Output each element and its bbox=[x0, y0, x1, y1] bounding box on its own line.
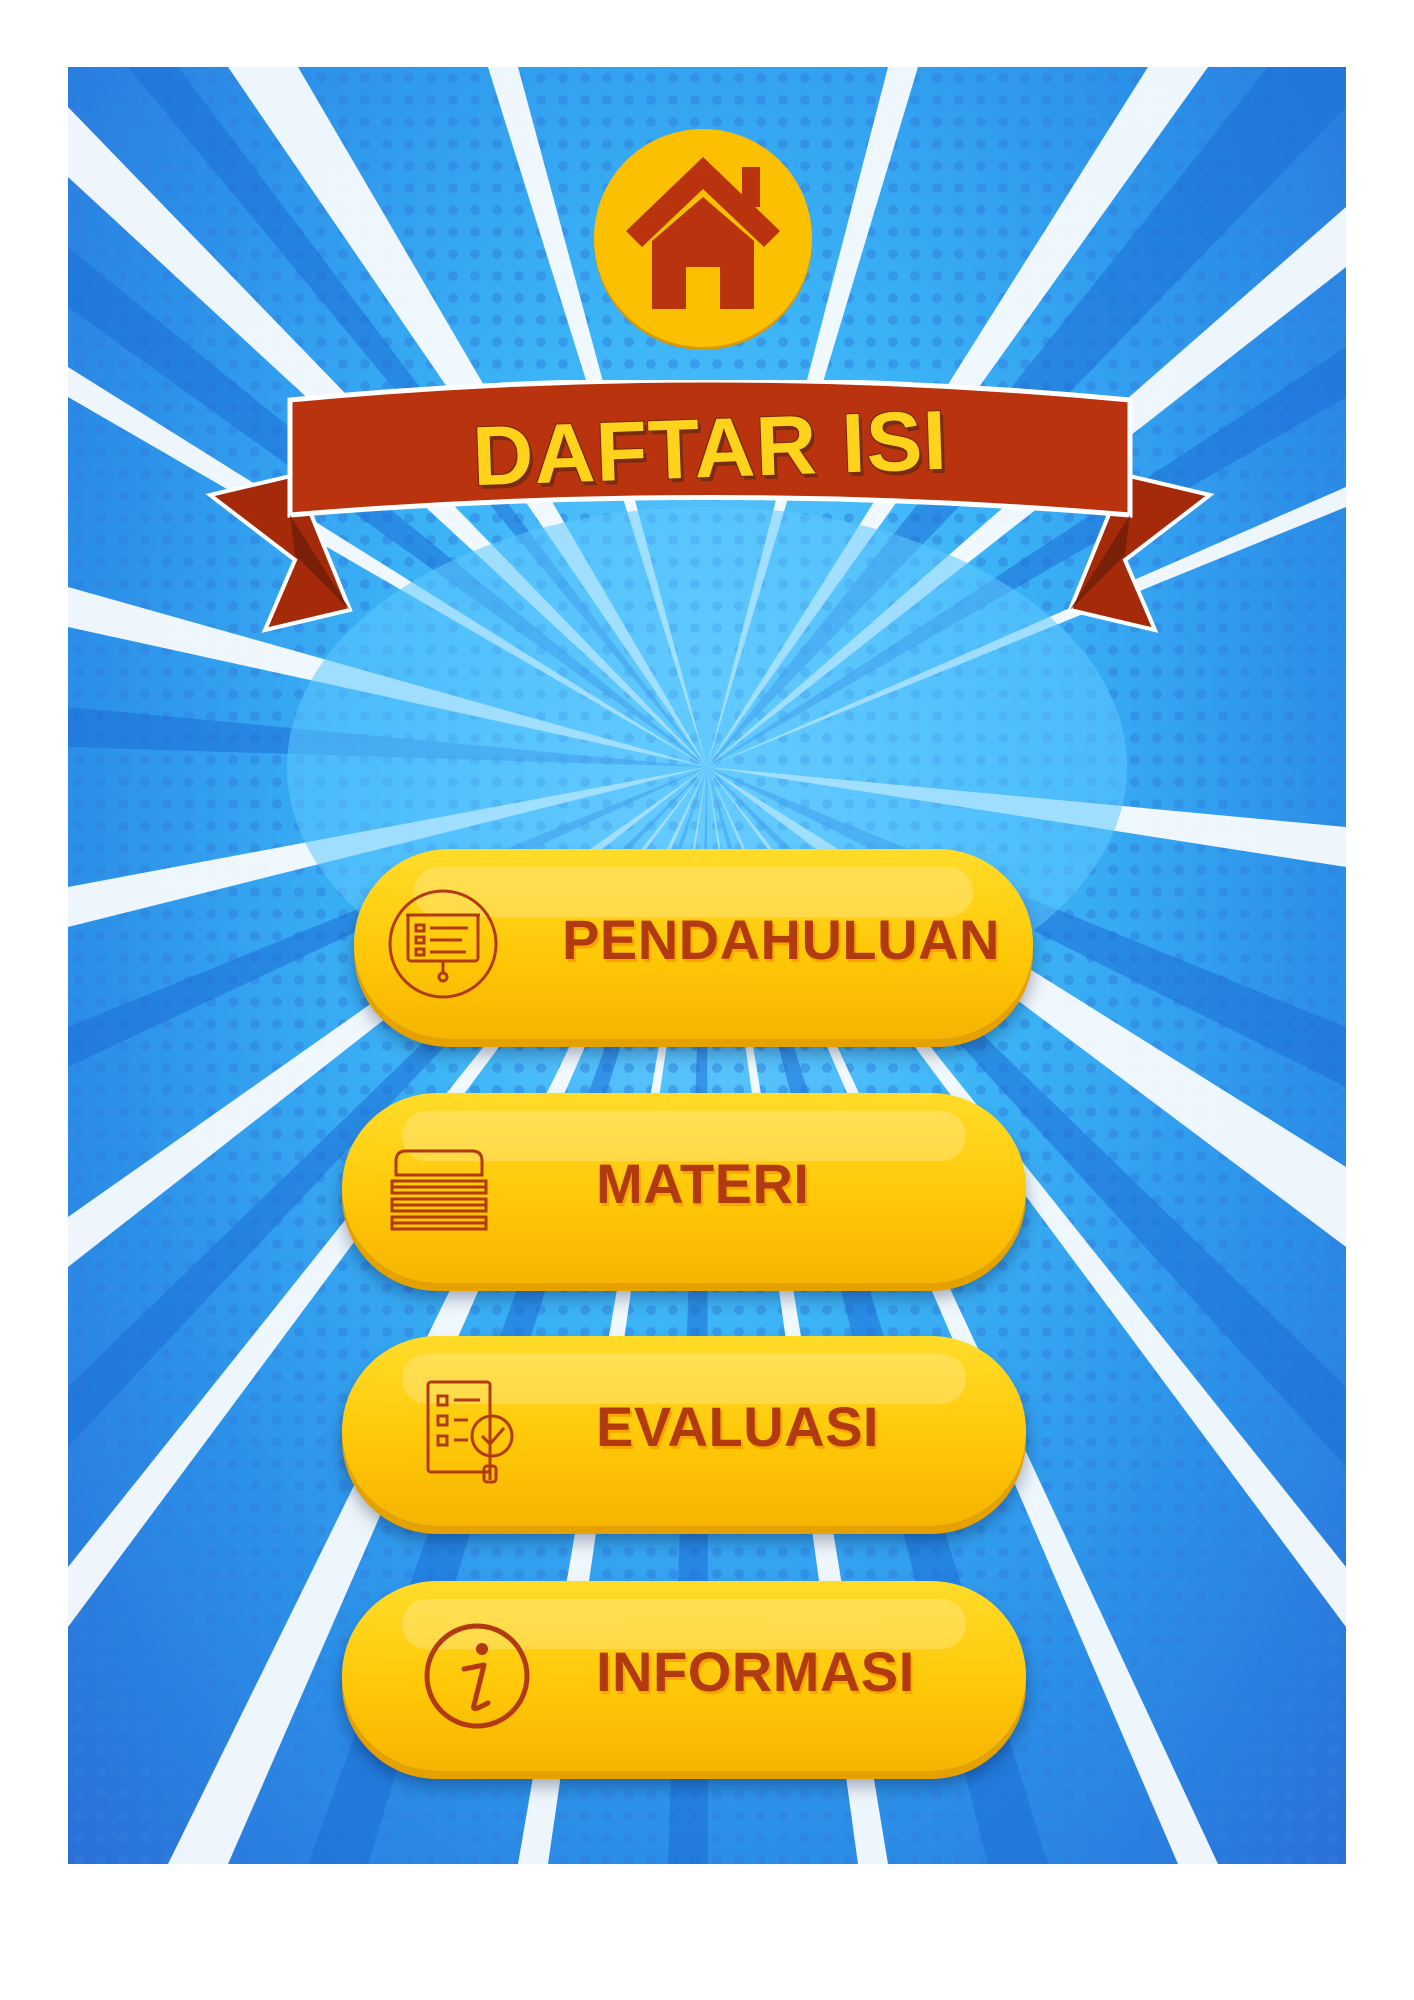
evaluasi-button[interactable]: EVALUASI bbox=[342, 1336, 1026, 1526]
home-icon bbox=[626, 157, 780, 309]
presentation-board-icon bbox=[386, 887, 500, 1001]
checklist-inspect-icon bbox=[418, 1374, 532, 1488]
materi-label: MATERI bbox=[596, 1152, 810, 1215]
evaluasi-label: EVALUASI bbox=[596, 1395, 879, 1458]
pendahuluan-button[interactable]: PENDAHULUAN bbox=[354, 849, 1033, 1039]
pendahuluan-label: PENDAHULUAN bbox=[562, 908, 1000, 971]
informasi-button[interactable]: INFORMASI bbox=[342, 1581, 1026, 1771]
title-ribbon: DAFTAR ISI bbox=[200, 380, 1220, 660]
informasi-label: INFORMASI bbox=[596, 1640, 915, 1703]
materi-button[interactable]: MATERI bbox=[342, 1093, 1026, 1283]
home-button[interactable] bbox=[594, 129, 812, 347]
info-icon bbox=[420, 1619, 534, 1733]
stacked-layers-icon bbox=[382, 1131, 496, 1245]
